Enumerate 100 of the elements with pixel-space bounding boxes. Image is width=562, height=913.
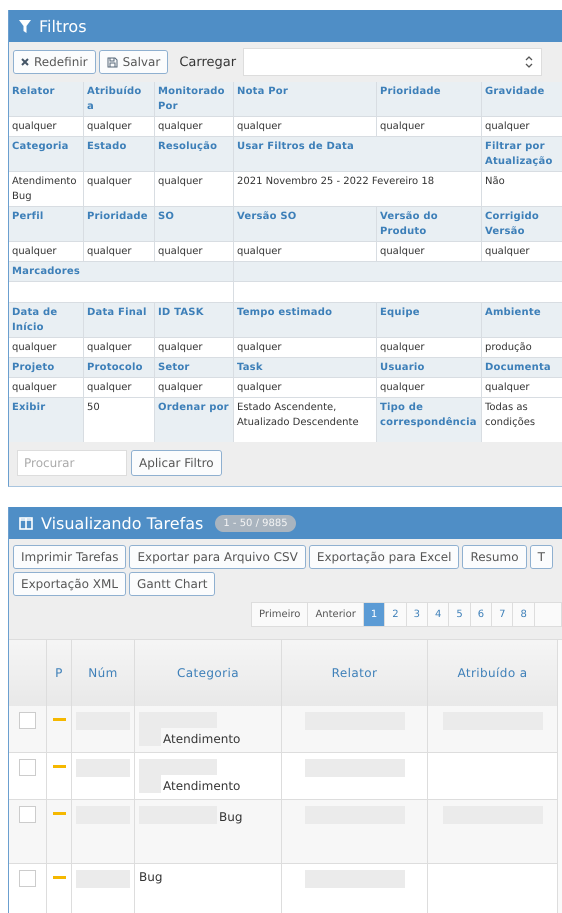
filter-label[interactable]: Corrigido Versão [482,207,562,241]
filter-value: qualquer [155,338,233,357]
filter-value: qualquer [84,242,154,261]
column-header[interactable]: Categoria [135,640,282,706]
action-button[interactable]: T [530,545,553,569]
filter-value: qualquer [155,242,233,261]
save-button[interactable]: Salvar [98,50,168,74]
filter-value: qualquer [9,242,83,261]
filter-label[interactable]: Atribuído a [84,82,154,116]
page-link[interactable]: 4 [428,603,450,626]
filter-label[interactable]: Relator [9,82,83,116]
page-link[interactable]: 1 [364,603,386,626]
filter-label[interactable]: Setor [155,358,233,377]
filter-value: qualquer [482,378,562,397]
filter-label[interactable]: Perfil [9,207,83,241]
filter-label[interactable]: Nota Por [234,82,376,116]
filter-label[interactable]: Exibir [9,398,83,442]
filter-label[interactable]: Filtrar por Atualização [482,137,562,171]
column-header[interactable]: Núm [72,640,135,706]
filter-value: qualquer [377,117,481,136]
priority-dash-icon [52,765,66,768]
filter-label[interactable]: Marcadores [9,262,233,281]
columns-icon [19,516,33,530]
page-link[interactable]: 6 [470,603,492,626]
page-link[interactable]: 3 [406,603,428,626]
filter-label[interactable]: Usuario [377,358,481,377]
action-button[interactable]: Resumo [462,545,527,569]
filter-value: qualquer [84,338,154,357]
filter-label[interactable]: Tempo estimado [234,303,376,337]
filter-label[interactable]: Resolução [155,137,233,171]
page-link[interactable]: Primeiro [252,603,308,626]
filter-label[interactable]: Documenta [482,358,562,377]
row-checkbox[interactable] [19,759,36,776]
filter-label[interactable]: Versão SO [234,207,376,241]
filter-value: qualquer [84,117,154,136]
panel-title: Visualizando Tarefas [41,514,204,532]
page-link[interactable]: 8 [513,603,535,626]
filter-value: qualquer [234,242,376,261]
filter-value: qualquer [84,378,154,397]
filter-label[interactable]: Usar Filtros de Data [234,137,481,171]
filter-label[interactable]: Prioridade [84,207,154,241]
filter-value: qualquer [9,117,83,136]
action-button[interactable]: Exportar para Arquivo CSV [129,545,306,569]
category-text: Atendimento [163,779,240,793]
filter-label[interactable]: Prioridade [377,82,481,116]
apply-filter-button[interactable]: Aplicar Filtro [131,450,222,476]
sort-caret-icon [525,56,533,68]
filter-icon [19,20,31,32]
action-button[interactable]: Gantt Chart [129,572,216,596]
search-field[interactable]: Procurar [17,450,127,476]
filter-value: Atendimento Bug [9,172,83,206]
filter-value: qualquer [155,172,233,206]
filter-value: qualquer [234,378,376,397]
filter-value: qualquer [84,172,154,206]
filter-label[interactable]: Gravidade [482,82,562,116]
filter-value: qualquer [9,338,83,357]
filter-value: qualquer [377,378,481,397]
page-link[interactable]: 2 [385,603,407,626]
filter-label[interactable]: Data Final [84,303,154,337]
column-header[interactable]: Atribuído a [428,640,558,706]
action-button[interactable]: Exportação para Excel [308,545,460,569]
page-link[interactable]: 5 [449,603,471,626]
action-button[interactable]: Exportação XML [13,572,126,596]
filter-label[interactable]: ID TASK [155,303,233,337]
row-checkbox[interactable] [19,806,36,823]
column-header[interactable]: Relator [282,640,428,706]
filter-label[interactable]: Protocolo [84,358,154,377]
filter-label[interactable]: Versão do Produto [377,207,481,241]
row-checkbox[interactable] [19,712,36,729]
filter-label[interactable]: Ordenar por [155,398,233,442]
count-badge: 1 - 50 / 9885 [215,514,296,532]
filter-label[interactable]: Data de Início [9,303,83,337]
filter-value: qualquer [234,117,376,136]
reset-button[interactable]: Redefinir [13,50,96,74]
column-header[interactable]: P [47,640,72,706]
panel-title: Filtros [39,16,87,36]
category-text: Bug [219,810,242,824]
filter-label[interactable]: Estado [84,137,154,171]
filter-value: 2021 Novembro 25 - 2022 Fevereiro 18 [234,172,481,206]
priority-dash-icon [52,876,66,879]
close-icon [21,58,29,66]
filter-value: qualquer [377,338,481,357]
filter-label[interactable]: Projeto [9,358,83,377]
filter-label[interactable]: Monitorado Por [155,82,233,116]
filter-label[interactable]: Categoria [9,137,83,171]
filter-label[interactable]: Task [234,358,376,377]
load-select[interactable] [243,48,542,76]
page-link[interactable]: 7 [492,603,514,626]
filter-label[interactable]: Tipo de correspondência [377,398,481,442]
category-text: Atendimento [163,732,240,746]
filter-value: qualquer [377,242,481,261]
filter-value: qualquer [482,242,562,261]
priority-dash-icon [52,718,66,721]
filter-label[interactable]: SO [155,207,233,241]
row-checkbox[interactable] [19,870,36,887]
filter-value: qualquer [155,378,233,397]
action-button[interactable]: Imprimir Tarefas [13,545,126,569]
priority-dash-icon [52,812,66,815]
filter-label[interactable]: Ambiente [482,303,562,337]
filter-label[interactable]: Equipe [377,303,481,337]
